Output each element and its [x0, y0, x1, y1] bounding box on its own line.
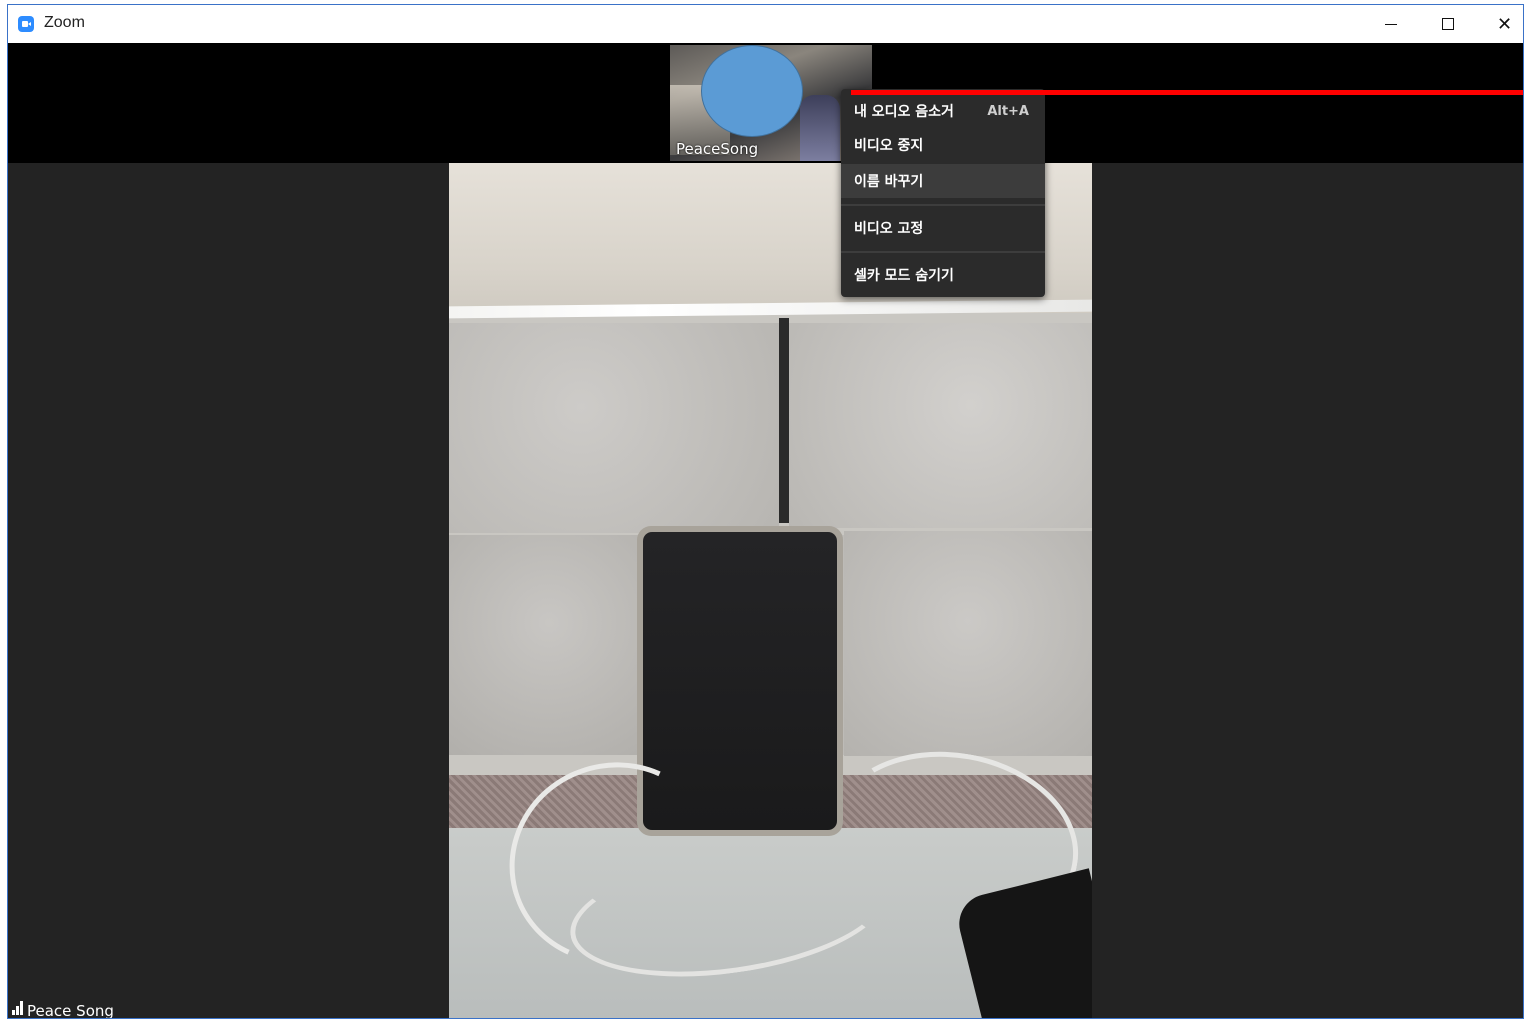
video-partition-panel — [789, 323, 1092, 528]
title-bar: Zoom ✕ — [8, 5, 1523, 43]
menu-item-stop-video[interactable]: 비디오 중지 — [841, 129, 1045, 161]
active-speaker-label: Peace Song — [12, 998, 114, 1019]
menu-item-mute-audio[interactable]: 내 오디오 음소거 Alt+A — [841, 95, 1045, 127]
window-title: Zoom — [44, 14, 85, 31]
minimize-button[interactable] — [1362, 5, 1419, 43]
face-blur-overlay — [701, 45, 803, 137]
video-partition-panel — [449, 323, 779, 533]
maximize-icon — [1441, 18, 1454, 30]
maximize-button[interactable] — [1419, 5, 1476, 43]
zoom-window: Zoom ✕ PeaceSong 내 오디오 음소거 Alt+A 비디오 중지 … — [7, 4, 1524, 1019]
annotation-red-line — [851, 90, 1523, 95]
menu-item-rename[interactable]: 이름 바꾸기 — [841, 164, 1045, 198]
close-button[interactable]: ✕ — [1476, 5, 1523, 43]
video-partition-divider — [779, 318, 789, 523]
close-icon: ✕ — [1496, 13, 1513, 35]
video-partition-panel — [449, 535, 649, 755]
menu-item-label: 비디오 중지 — [854, 138, 924, 154]
menu-separator — [841, 251, 1045, 253]
video-partition-panel — [844, 531, 1092, 756]
thumbnail-name-label: PeaceSong — [676, 140, 759, 158]
zoom-logo-icon — [18, 16, 34, 32]
menu-separator — [841, 204, 1045, 206]
minimize-icon — [1384, 23, 1397, 25]
menu-item-shortcut: Alt+A — [987, 103, 1029, 119]
menu-item-label: 이름 바꾸기 — [854, 174, 924, 190]
menu-item-label: 비디오 고정 — [854, 221, 924, 237]
thumbnail-person — [800, 95, 840, 161]
participant-context-menu: 내 오디오 음소거 Alt+A 비디오 중지 이름 바꾸기 비디오 고정 셀카 … — [841, 89, 1045, 297]
menu-item-label: 셀카 모드 숨기기 — [854, 268, 954, 284]
video-thumbnail-strip: PeaceSong — [8, 43, 1523, 163]
active-speaker-name: Peace Song — [27, 1002, 114, 1019]
menu-item-hide-self-view[interactable]: 셀카 모드 숨기기 — [841, 257, 1045, 293]
signal-bars-icon — [12, 1001, 23, 1015]
menu-item-label: 내 오디오 음소거 — [854, 104, 954, 120]
menu-item-pin-video[interactable]: 비디오 고정 — [841, 210, 1045, 246]
